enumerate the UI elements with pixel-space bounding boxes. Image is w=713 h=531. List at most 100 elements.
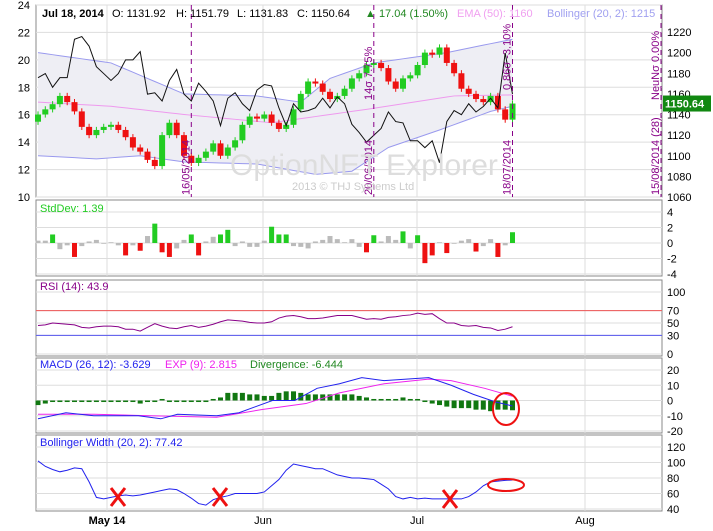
header-ema: EMA (50): 1160 <box>457 8 533 20</box>
candle <box>49 104 56 110</box>
bw-title: Bollinger Width (20, 2): 77.42 <box>40 437 182 449</box>
macd-title: MACD (26, 12): -3.629 <box>40 359 151 371</box>
right-tick-label: 1180 <box>667 68 691 80</box>
stddev-bar <box>291 243 296 247</box>
divergence-bar <box>108 400 114 403</box>
candle <box>392 81 399 89</box>
candle <box>86 126 93 136</box>
candle <box>122 129 129 138</box>
header-bollinger: Bollinger (20, 2): 1215 <box>547 8 655 20</box>
stddev-bar <box>93 239 99 243</box>
candle <box>385 68 392 82</box>
divergence-bar <box>64 400 70 403</box>
divergence-bar <box>247 394 253 401</box>
divergence-bar <box>451 400 457 409</box>
divergence-bar <box>130 400 136 403</box>
stddev-bar <box>327 236 333 243</box>
stddev-bar <box>480 243 486 247</box>
left-tick-label: 10 <box>18 192 30 204</box>
stddev-bar <box>458 240 464 243</box>
divergence-bar <box>93 400 99 403</box>
stddev-bar <box>188 234 194 243</box>
right-tick-label: 1080 <box>667 171 691 183</box>
left-tick-label: 12 <box>18 165 30 177</box>
bw-tick-label: 120 <box>667 442 685 454</box>
panel-frame-stddev <box>35 199 663 277</box>
macd-tick-label: -10 <box>667 411 683 423</box>
candle <box>502 109 509 120</box>
stddev-bar <box>181 239 187 243</box>
marker-date-label: 18/07/2014 <box>502 140 514 195</box>
stddev-bar <box>50 234 56 243</box>
bw-tick-label: 60 <box>667 489 679 501</box>
divergence-bar <box>137 400 143 404</box>
stddev-bar <box>393 239 399 243</box>
candle <box>166 122 173 136</box>
header-close: C: 1150.64 <box>297 8 350 20</box>
divergence-bar <box>291 391 296 401</box>
candle <box>312 81 319 84</box>
stddev-bar <box>218 234 223 243</box>
candle <box>407 75 414 79</box>
candle <box>480 99 487 103</box>
stddev-bar <box>473 243 479 252</box>
macd-signal-title: EXP (9): 2.815 <box>165 359 237 371</box>
stddev-bar <box>312 241 318 243</box>
stddev-bar <box>174 243 180 249</box>
divergence-bar <box>276 392 282 401</box>
chart-container: May 14 Jun Jul Aug 24 22 20 18 16 14 12 10 1220 1200 1… <box>0 0 713 531</box>
divergence-bar <box>407 398 413 401</box>
stddev-bar <box>79 243 85 247</box>
macd-tick-label: 20 <box>667 365 679 377</box>
candle <box>42 109 49 115</box>
marker-stat-label: 0.86σ -3.10% <box>502 24 514 90</box>
header-change: ▲ 17.04 (1.50%) <box>365 8 448 20</box>
divergence-bar <box>225 392 231 401</box>
candle <box>151 159 158 167</box>
candle <box>108 124 114 127</box>
candle <box>159 135 166 167</box>
marker-date-label: 15/08/2014 (28) <box>650 117 662 195</box>
stddev-bar <box>371 235 377 243</box>
stddev-tick-label: 2 <box>667 223 673 235</box>
candle <box>458 73 465 89</box>
stddev-bar <box>422 243 428 264</box>
macd-tick-label: 10 <box>667 380 679 392</box>
stddev-bar <box>510 232 515 243</box>
divergence-bar <box>203 400 209 403</box>
stddev-bar <box>64 243 70 246</box>
divergence-bar <box>57 400 63 403</box>
candle <box>356 73 363 79</box>
stddev-bar <box>210 236 216 243</box>
candle <box>35 114 41 122</box>
candle <box>71 102 78 112</box>
divergence-bar <box>35 400 41 406</box>
stddev-bar <box>123 243 129 256</box>
divergence-bar <box>378 398 384 401</box>
candle <box>400 78 406 89</box>
stddev-bar <box>159 243 165 253</box>
divergence-bar <box>115 400 121 403</box>
candle <box>78 111 85 127</box>
marker-stat-label: NeuNσ 0.00% <box>650 31 662 100</box>
divergence-bar <box>239 392 245 401</box>
rsi-line <box>37 312 513 332</box>
divergence-bar <box>145 400 150 403</box>
divergence-bar <box>422 400 428 403</box>
stddev-bar <box>415 235 421 243</box>
candle <box>297 93 304 110</box>
candle <box>64 95 71 103</box>
macd-divergence-title: Divergence: -6.444 <box>250 359 343 371</box>
candle <box>173 122 180 136</box>
stddev-bar <box>145 236 150 243</box>
watermark-copyright: 2013 © THJ Systems Ltd <box>292 181 414 193</box>
header-low: L: 1131.83 <box>237 8 288 20</box>
candle <box>414 65 421 76</box>
right-tick-label: 1200 <box>667 48 691 60</box>
candle <box>421 52 428 65</box>
divergence-bar <box>393 398 399 401</box>
divergence-bar <box>79 400 85 403</box>
stddev-bar <box>349 239 355 243</box>
stddev-bar <box>342 242 348 243</box>
candle <box>232 140 239 148</box>
